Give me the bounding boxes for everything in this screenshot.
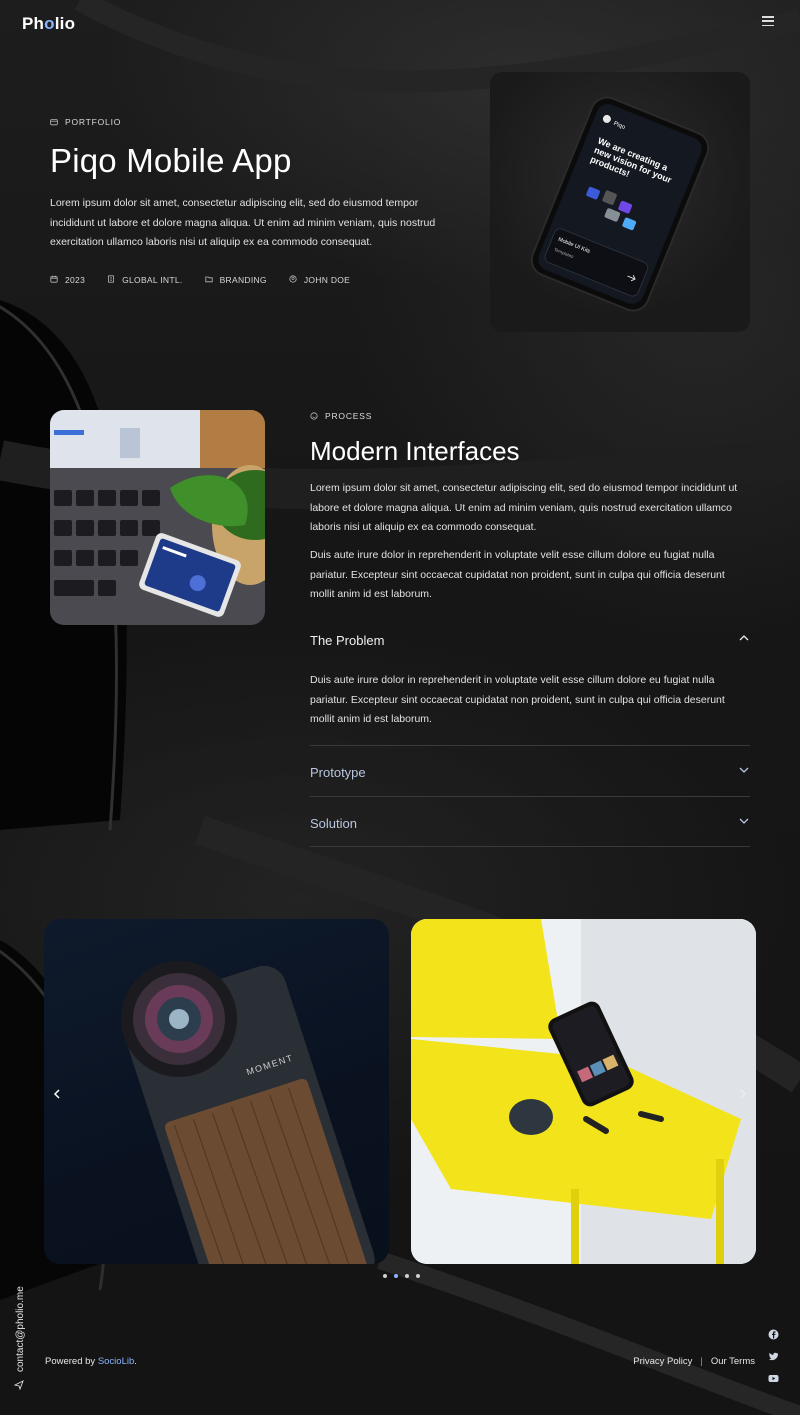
chevron-up-icon [738,631,750,649]
youtube-icon[interactable] [768,1373,779,1384]
process-paragraph-1: Lorem ipsum dolor sit amet, consectetur … [310,482,738,533]
gallery-prev-button[interactable] [49,1086,65,1102]
meta-category: BRANDING [204,275,267,285]
sociolib-link[interactable]: SocioLib [98,1356,134,1367]
gallery-next-button[interactable] [735,1086,751,1102]
page-title: Piqo Mobile App [50,142,292,179]
accordion-problem-label: The Problem [310,632,385,648]
hero-kicker: PORTFOLIO [50,117,121,127]
process-kicker-label: PROCESS [325,411,373,421]
chevron-down-icon [738,763,750,781]
folder-icon [50,118,58,126]
pagination-dot[interactable] [383,1274,387,1278]
logo[interactable]: Pholio [22,14,75,34]
divider [310,846,750,847]
send-icon [13,1380,27,1391]
gallery-slide-camera[interactable]: MOMENT [44,919,389,1264]
meta-year: 2023 [50,275,85,285]
accordion-prototype-label: Prototype [310,764,366,780]
project-meta: 2023 GLOBAL INTL. BRANDING JOHN DOE [50,275,350,285]
terms-link[interactable]: Our Terms [711,1356,755,1367]
contact-email[interactable]: contact@pholio.me [13,1286,27,1391]
accordion-problem[interactable]: The Problem [310,630,750,650]
process-kicker: PROCESS [310,411,372,421]
legal-separator: | [700,1356,703,1367]
chevron-down-icon [738,814,750,832]
legal-links: Privacy Policy | Our Terms [633,1356,755,1367]
meta-client: GLOBAL INTL. [107,275,182,285]
user-icon [289,275,297,285]
accordion-solution[interactable]: Solution [310,813,750,833]
pagination-dot[interactable] [416,1274,420,1278]
facebook-icon[interactable] [768,1329,779,1340]
divider [310,745,750,746]
accordion-prototype[interactable]: Prototype [310,762,750,782]
hero-image: Piqo We are creating a new vision for yo… [490,72,750,332]
accordion-problem-body: Duis aute irure dolor in reprehenderit i… [310,674,725,725]
twitter-icon[interactable] [768,1351,779,1362]
section-title: Modern Interfaces [310,436,520,466]
gallery-slide-chair[interactable] [411,919,756,1264]
meta-author: JOHN DOE [289,275,350,285]
pagination-dot-active[interactable] [394,1274,398,1278]
user-circle-icon [310,412,318,420]
pagination-dot[interactable] [405,1274,409,1278]
accordion-solution-label: Solution [310,815,357,831]
calendar-icon [50,275,58,285]
folder-icon [204,275,213,285]
process-image [50,410,265,625]
process-paragraph-2: Duis aute irure dolor in reprehenderit i… [310,549,725,600]
hero-description: Lorem ipsum dolor sit amet, consectetur … [50,197,436,248]
divider [310,796,750,797]
hamburger-menu-icon[interactable] [762,16,774,26]
powered-by: Powered by SocioLib. [45,1356,137,1367]
building-icon [107,275,115,285]
hero-kicker-label: PORTFOLIO [65,117,122,127]
social-links [768,1329,779,1384]
gallery-pagination [383,1274,420,1278]
privacy-policy-link[interactable]: Privacy Policy [633,1356,692,1367]
